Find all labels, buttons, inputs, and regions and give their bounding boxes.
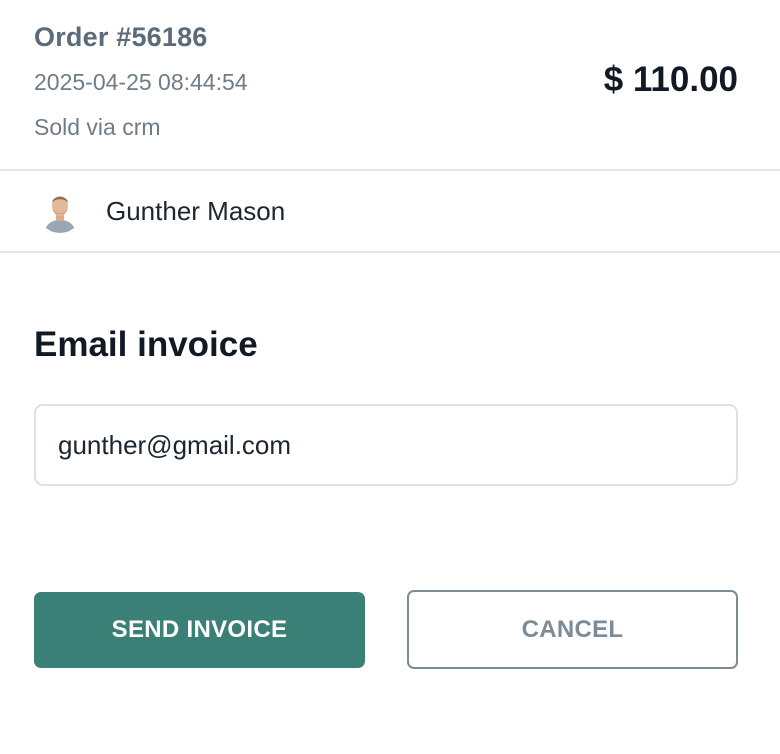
order-header: Order #56186 2025-04-25 08:44:54 Sold vi… — [0, 0, 780, 171]
customer-row[interactable]: Gunther Mason — [0, 171, 780, 253]
email-invoice-heading: Email invoice — [34, 325, 258, 364]
customer-name: Gunther Mason — [106, 196, 286, 226]
avatar — [38, 189, 82, 233]
order-total: $ 110.00 — [603, 60, 738, 99]
email-field[interactable] — [34, 404, 738, 486]
cancel-button[interactable]: CANCEL — [407, 590, 738, 669]
order-datetime: 2025-04-25 08:44:54 — [34, 69, 248, 95]
order-channel: Sold via crm — [34, 114, 161, 140]
order-number: Order #56186 — [34, 22, 208, 52]
send-invoice-button[interactable]: SEND INVOICE — [34, 592, 365, 668]
